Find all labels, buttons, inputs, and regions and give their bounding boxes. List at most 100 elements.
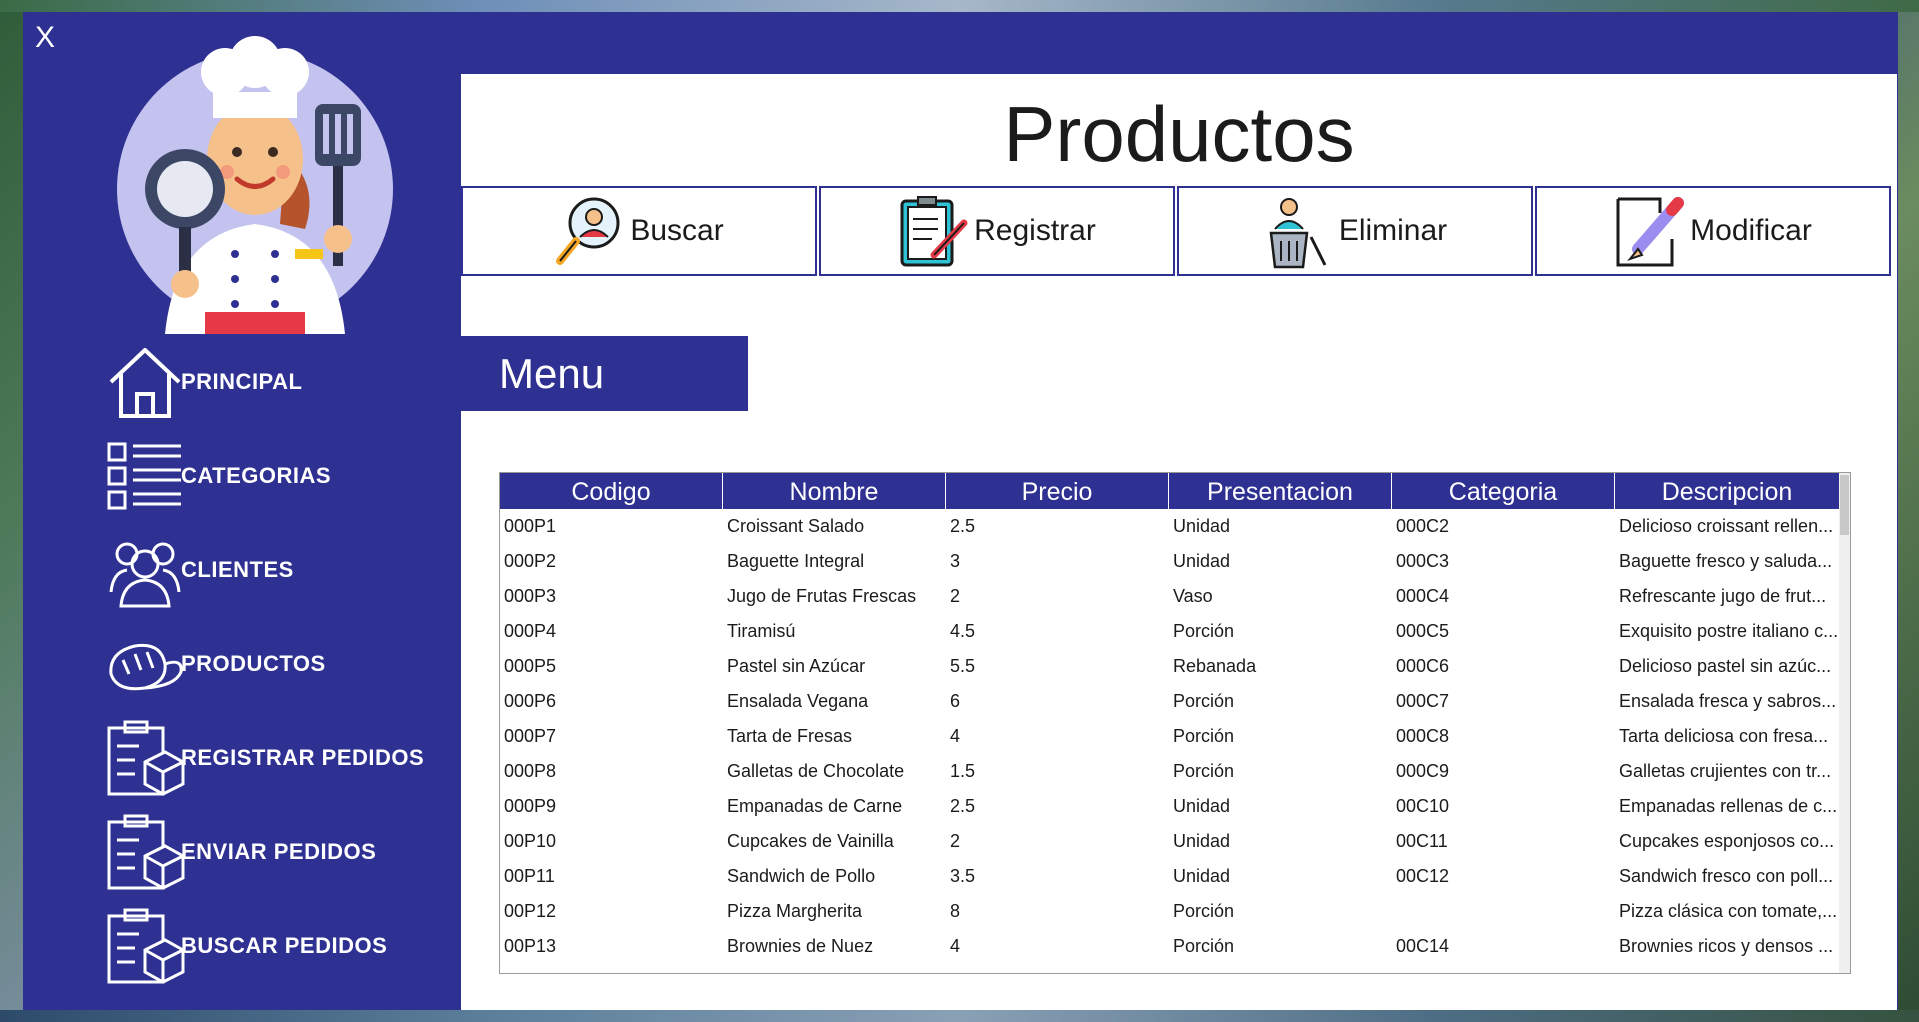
sidebar-item-principal[interactable]: PRINCIPAL (83, 342, 463, 422)
close-button[interactable]: X (35, 20, 65, 56)
table-cell: Unidad (1173, 516, 1231, 536)
sidebar-item-label: PRINCIPAL (181, 369, 303, 394)
table-cell: 000P3 (504, 586, 557, 606)
sidebar-item-productos[interactable]: PRODUCTOS (83, 624, 463, 704)
table-cell: 00P10 (504, 831, 557, 851)
table-cell: Exquisito postre italiano c... (1619, 621, 1839, 641)
table-row[interactable]: 00P11 Sandwich de Pollo 3.5 Unidad 00C12 Sand… (500, 859, 1839, 894)
table-row[interactable]: 000P3 Jugo de Frutas Frescas 2 Vaso 000C4 Ref… (500, 579, 1839, 614)
table-cell: Refrescante jugo de frut... (1619, 586, 1827, 606)
column-header-descripcion[interactable]: Descripcion (1615, 473, 1839, 509)
table-cell: 000P4 (504, 621, 557, 641)
table-cell: 000C4 (1396, 586, 1450, 606)
table-cell: Ensalada Vegana (727, 691, 869, 711)
delete-button[interactable]: Eliminar (1177, 186, 1533, 276)
sidebar-item-registrar-pedidos[interactable]: REGISTRAR PEDIDOS (83, 718, 463, 798)
table-row[interactable]: 000P2 Baguette Integral 3 Unidad 000C3 Baguet… (500, 544, 1839, 579)
section-label: Menu (499, 350, 605, 397)
table-cell: Brownies de Nuez (727, 936, 874, 956)
action-label: Registrar (974, 214, 1096, 247)
table-row[interactable]: 00P12 Pizza Margherita 8 Porción Pizza clási… (500, 894, 1839, 929)
sidebar-item-label: CATEGORIAS (181, 463, 332, 488)
sidebar-item-label: BUSCAR PEDIDOS (181, 933, 388, 958)
table-row[interactable]: 000P8 Galletas de Chocolate 1.5 Porción 000C… (500, 754, 1839, 789)
table-cell: 000P8 (504, 761, 557, 781)
table-row[interactable]: 000P1 Croissant Salado 2.5 Unidad 000C2 Delic… (500, 509, 1839, 544)
table-cell: 000C5 (1396, 621, 1450, 641)
table-cell: Sandwich de Pollo (727, 866, 876, 886)
table-row[interactable]: 00P13 Brownies de Nuez 4 Porción 00C14 Browni… (500, 929, 1839, 964)
table-cell: 000C7 (1396, 691, 1450, 711)
register-button[interactable]: Registrar (819, 186, 1175, 276)
action-label: Modificar (1690, 214, 1812, 247)
table-row[interactable]: 000P6 Ensalada Vegana 6 Porción 000C7 Ensalad… (500, 684, 1839, 719)
table-cell: Pizza clásica con tomate,... (1619, 901, 1838, 921)
desktop-background-top (0, 0, 1919, 12)
table-cell: Porción (1173, 726, 1235, 746)
table-cell: Pastel sin Azúcar (727, 656, 866, 676)
table-cell: 2 (950, 831, 961, 851)
table-scrollbar[interactable] (1839, 473, 1850, 973)
checklist-icon (107, 442, 181, 510)
table-cell: Empanadas rellenas de c... (1619, 796, 1838, 816)
table-cell: 00C12 (1396, 866, 1450, 886)
table-cell: 2 (950, 586, 961, 606)
table-cell: Baguette Integral (727, 551, 865, 571)
table-cell: 00C11 (1396, 831, 1448, 851)
table-cell: Cupcakes esponjosos co... (1619, 831, 1835, 851)
clipboard-box-icon (107, 814, 185, 890)
table-row[interactable]: 000P4 Tiramisú 4.5 Porción 000C5 Exquisito po… (500, 614, 1839, 649)
table-row[interactable]: 00P10 Cupcakes de Vainilla 2 Unidad 00C11 Cup… (500, 824, 1839, 859)
sidebar-item-enviar-pedidos[interactable]: ENVIAR PEDIDOS (83, 812, 463, 892)
search-user-icon (556, 197, 620, 265)
table-cell: Porción (1173, 761, 1235, 781)
table-cell: Brownies ricos y densos ... (1619, 936, 1834, 956)
sidebar-item-label: REGISTRAR PEDIDOS (181, 745, 425, 770)
sidebar-item-buscar-pedidos[interactable]: BUSCAR PEDIDOS (83, 906, 463, 986)
table-cell: 4 (950, 726, 961, 746)
table-cell: 4 (950, 936, 961, 956)
table-cell: 000P7 (504, 726, 557, 746)
search-button[interactable]: Buscar (461, 186, 817, 276)
column-header-precio[interactable]: Precio (946, 473, 1169, 509)
table-cell: 8 (950, 901, 961, 921)
clipboard-box-icon (107, 720, 185, 796)
products-table: Codigo Nombre Precio Presentacion Catego… (499, 472, 1851, 974)
table-row[interactable]: 000P5 Pastel sin Azúcar 5.5 Rebanada 000C6 De… (500, 649, 1839, 684)
table-cell: Unidad (1173, 866, 1231, 886)
column-header-presentacion[interactable]: Presentacion (1169, 473, 1392, 509)
sidebar-item-clientes[interactable]: CLIENTES (83, 530, 463, 610)
sidebar-item-categorias[interactable]: CATEGORIAS (83, 436, 463, 516)
sidebar-item-label: CLIENTES (181, 557, 294, 582)
modify-button[interactable]: Modificar (1535, 186, 1891, 276)
table-row[interactable]: 000P7 Tarta de Fresas 4 Porción 000C8 Tarta d… (500, 719, 1839, 754)
table-cell: 00C10 (1396, 796, 1450, 816)
column-header-codigo[interactable]: Codigo (500, 473, 723, 509)
desktop-background-bottom (0, 1010, 1919, 1022)
table-cell: 5.5 (950, 656, 976, 676)
table-cell: Tarta deliciosa con fresa... (1619, 726, 1829, 746)
users-icon (109, 542, 181, 608)
table-cell: 000C8 (1396, 726, 1450, 746)
sidebar-item-label: PRODUCTOS (181, 651, 326, 676)
scrollbar-thumb[interactable] (1840, 475, 1849, 535)
table-cell: Tiramisú (727, 621, 796, 641)
table-cell: Empanadas de Carne (727, 796, 903, 816)
table-cell: 6 (950, 691, 961, 711)
clipboard-box-icon (107, 908, 185, 984)
sidebar-item-label: ENVIAR PEDIDOS (181, 839, 377, 864)
column-header-categoria[interactable]: Categoria (1392, 473, 1615, 509)
table-cell: 000P6 (504, 691, 557, 711)
column-header-nombre[interactable]: Nombre (723, 473, 946, 509)
table-cell: Porción (1173, 621, 1235, 641)
table-row[interactable]: 000P9 Empanadas de Carne 2.5 Unidad 00C10 Emp… (500, 789, 1839, 824)
table-cell: Porción (1173, 901, 1235, 921)
table-cell: 00P11 (504, 866, 555, 886)
table-cell: Delicioso pastel sin azúc... (1619, 656, 1832, 676)
table-cell: 000P2 (504, 551, 557, 571)
table-cell: 000P5 (504, 656, 557, 676)
edit-pencil-icon (1616, 197, 1685, 267)
clipboard-pen-icon (900, 196, 968, 267)
table-cell: Tarta de Fresas (727, 726, 853, 746)
home-icon (109, 348, 181, 418)
